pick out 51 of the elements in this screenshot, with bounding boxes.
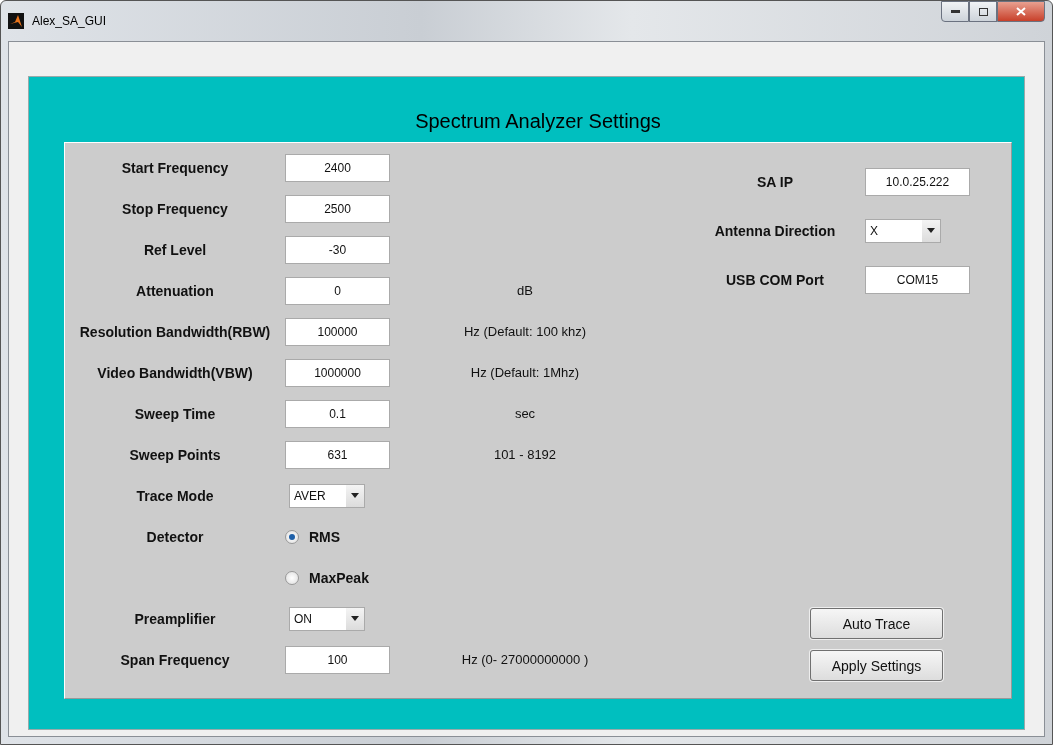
unit-label: Hz (Default: 1Mhz) — [470, 365, 580, 380]
radio-button[interactable]: MaxPeak — [285, 569, 369, 586]
unit-label: 101 - 8192 — [493, 447, 557, 462]
input-field[interactable]: 100 — [285, 645, 390, 674]
unit-label: sec — [514, 406, 536, 421]
input-field[interactable]: 100000 — [285, 317, 390, 346]
field-label: Antenna Direction — [714, 222, 836, 239]
field-label: USB COM Port — [726, 271, 824, 288]
panel-title: Spectrum Analyzer Settings — [415, 109, 661, 134]
caret-icon — [351, 616, 359, 621]
field-label: SA IP — [756, 173, 793, 190]
input-field[interactable]: 2400 — [285, 153, 390, 182]
field-label: Start Frequency — [121, 159, 229, 176]
radio-button[interactable]: RMS — [285, 528, 341, 545]
input-field[interactable]: 0.1 — [285, 399, 390, 428]
close-icon — [1016, 7, 1026, 16]
field-label: Video Bandwidth(VBW) — [97, 364, 253, 381]
window-title: Alex_SA_GUI — [32, 14, 107, 28]
close-button[interactable] — [997, 1, 1045, 22]
caret-icon — [927, 228, 935, 233]
input-field[interactable]: 631 — [285, 440, 390, 469]
action-button[interactable]: Apply Settings — [810, 650, 943, 681]
unit-label: Hz (0- 27000000000 ) — [461, 652, 589, 667]
field-label: Resolution Bandwidth(RBW) — [79, 323, 271, 340]
unit-label: dB — [517, 283, 533, 298]
minimize-icon — [950, 10, 960, 13]
field-label: Trace Mode — [136, 487, 214, 504]
caret-icon — [351, 493, 359, 498]
app-logo-icon — [8, 13, 24, 29]
field-label: Attenuation — [136, 282, 214, 299]
field-label: Sweep Points — [129, 446, 221, 463]
field-label: Sweep Time — [134, 405, 216, 422]
field-label: Preamplifier — [134, 610, 216, 627]
unit-label: Hz (Default: 100 khz) — [463, 324, 587, 339]
field-label: Detector — [146, 528, 204, 545]
input-field[interactable]: 0 — [285, 276, 390, 305]
field-label: Ref Level — [143, 241, 207, 258]
input-field[interactable]: -30 — [285, 235, 390, 264]
maximize-icon — [978, 7, 988, 16]
action-button[interactable]: Auto Trace — [810, 608, 943, 639]
dropdown[interactable]: AVER — [289, 483, 365, 508]
dropdown[interactable]: ON — [289, 606, 365, 631]
field-label: Span Frequency — [120, 651, 230, 668]
input-field[interactable]: 2500 — [285, 194, 390, 223]
input-field[interactable]: 1000000 — [285, 358, 390, 387]
field-label: Stop Frequency — [122, 200, 228, 217]
maximize-button[interactable] — [969, 1, 997, 22]
minimize-button[interactable] — [941, 1, 969, 22]
input-field[interactable]: COM15 — [865, 265, 970, 294]
input-field[interactable]: 10.0.25.222 — [865, 167, 970, 196]
dropdown[interactable]: X — [865, 218, 941, 243]
